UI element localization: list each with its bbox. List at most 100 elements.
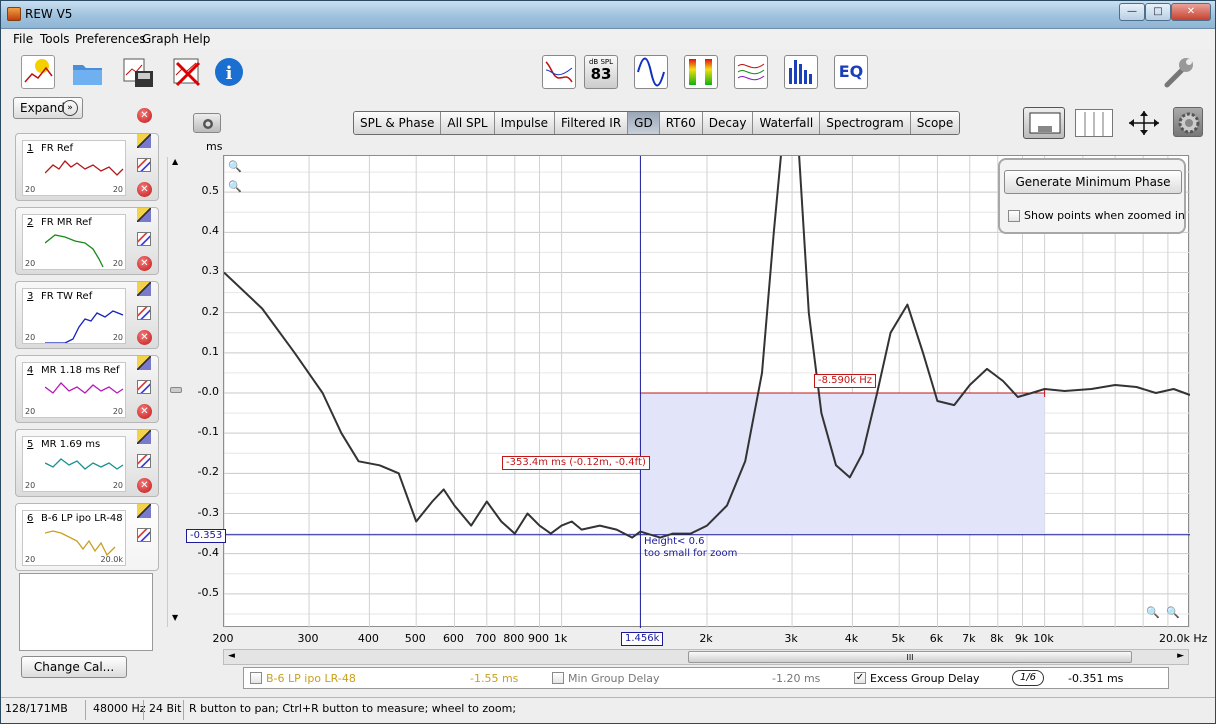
y-tick-label: 0.2 — [201, 304, 220, 318]
remove-measurement-icon[interactable] — [171, 55, 205, 89]
minimize-button[interactable]: — — [1119, 3, 1145, 21]
overlay-graph-icon[interactable] — [734, 55, 768, 89]
edit-info-icon[interactable] — [137, 356, 151, 370]
spl-phase-graph-icon[interactable] — [542, 55, 576, 89]
measurement-thumbnail[interactable]: 5 MR 1.69 ms 20 20 — [22, 436, 126, 492]
tab-impulse[interactable]: Impulse — [494, 112, 556, 134]
notes-icon[interactable] — [137, 528, 151, 542]
graph-settings-gear-icon[interactable] — [1173, 107, 1203, 137]
measurement-low-freq: 20 — [25, 481, 36, 490]
title-bar[interactable]: REW V5 — □ ✕ — [1, 1, 1215, 29]
measurement-settings-icon[interactable] — [137, 158, 151, 172]
measurement-card[interactable]: 6 B-6 LP ipo LR-48 20 20.0k ✕ — [15, 478, 159, 571]
status-separator — [143, 700, 144, 720]
tab-filtered-ir[interactable]: Filtered IR — [555, 112, 629, 134]
edit-info-icon[interactable] — [137, 282, 151, 296]
min-group-delay-checkbox[interactable] — [552, 672, 564, 684]
scroll-thumb[interactable]: III — [688, 651, 1132, 663]
menu-tools[interactable]: Tools — [40, 32, 70, 46]
remove-measurement-icon[interactable]: ✕ — [137, 404, 152, 419]
columns-layout-icon[interactable] — [1075, 109, 1113, 137]
tab-spectrogram[interactable]: Spectrogram — [820, 112, 911, 134]
vertical-zoom-slider[interactable]: ▲ ▼ — [167, 157, 183, 627]
scroll-left-arrow[interactable]: ◄ — [228, 651, 235, 661]
measurement-low-freq: 20 — [25, 555, 36, 564]
zoom-out-x-icon[interactable]: 🔍 — [1166, 606, 1180, 619]
spl-meter-icon[interactable]: dB SPL 83 — [584, 55, 618, 89]
level-meter-icon[interactable] — [684, 55, 718, 89]
measurement-thumbnail[interactable]: 6 B-6 LP ipo LR-48 20 20.0k — [22, 510, 126, 566]
y-tick-label: -0.3 — [197, 505, 219, 519]
edit-info-icon[interactable] — [137, 134, 151, 148]
new-measurement-icon[interactable] — [21, 55, 55, 89]
tab-rt60[interactable]: RT60 — [659, 112, 703, 134]
tab-decay[interactable]: Decay — [702, 112, 754, 134]
show-points-checkbox[interactable] — [1008, 210, 1020, 222]
measurement-high-freq: 20 — [112, 407, 123, 416]
group-delay-graph[interactable]: 🔍 🔍 🔍 🔍 -8.590k Hz -353.4m ms (-0.12m, -… — [223, 155, 1190, 628]
tab-scope[interactable]: Scope — [910, 112, 960, 134]
info-icon[interactable]: i — [214, 55, 244, 89]
slider-thumb[interactable] — [170, 387, 182, 393]
measurement-settings-icon[interactable] — [137, 380, 151, 394]
mouse-hint-status: R button to pan; Ctrl+R button to measur… — [189, 702, 517, 715]
menu-graph[interactable]: Graph — [142, 32, 179, 46]
fit-axes-icon[interactable] — [1125, 109, 1163, 137]
edit-info-icon[interactable] — [137, 504, 151, 518]
save-icon[interactable] — [121, 55, 155, 89]
tab-waterfall[interactable]: Waterfall — [753, 112, 821, 134]
measurement-visible-checkbox[interactable] — [250, 672, 262, 684]
slider-up-arrow[interactable]: ▲ — [172, 157, 178, 166]
zoom-out-icon[interactable]: 🔍 — [228, 180, 242, 193]
tab-spl-phase[interactable]: SPL & Phase — [354, 112, 442, 134]
graph-tabs: SPL & Phase All SPL Impulse Filtered IR GD RT… — [353, 111, 961, 135]
edit-info-icon[interactable] — [137, 208, 151, 222]
measurement-thumbnail[interactable]: 1 FR Ref 20 20 — [22, 140, 126, 196]
menu-help[interactable]: Help — [183, 32, 210, 46]
x-tick-label: 2k — [699, 632, 713, 645]
scroll-right-arrow[interactable]: ► — [1177, 651, 1184, 661]
tab-gd[interactable]: GD — [628, 112, 660, 134]
remove-measurement-icon[interactable]: ✕ — [137, 330, 152, 345]
remove-measurement-icon[interactable]: ✕ — [137, 256, 152, 271]
open-folder-icon[interactable] — [71, 55, 105, 89]
menu-file[interactable]: File — [13, 32, 33, 46]
measurement-settings-icon[interactable] — [137, 306, 151, 320]
remove-measurement-icon[interactable]: ✕ — [137, 182, 152, 197]
preferences-wrench-icon[interactable] — [1161, 55, 1195, 89]
measurement-thumbnail[interactable]: 4 MR 1.18 ms Ref 20 20 — [22, 362, 126, 418]
y-tick-label: 0.4 — [201, 224, 220, 238]
memory-status: 128/171MB — [5, 702, 68, 715]
remove-measurement-icon[interactable]: ✕ — [137, 108, 152, 123]
smoothing-selector[interactable]: 1/6 — [1012, 670, 1044, 686]
expand-button[interactable]: Expand » — [13, 97, 83, 119]
zoom-in-icon[interactable]: 🔍 — [228, 160, 242, 173]
status-separator — [183, 700, 184, 720]
rta-icon[interactable] — [784, 55, 818, 89]
close-button[interactable]: ✕ — [1171, 3, 1211, 21]
eq-icon[interactable]: EQ — [834, 55, 868, 89]
change-cal-button[interactable]: Change Cal... — [21, 656, 127, 678]
measurement-thumbnail[interactable]: 2 FR MR Ref 20 20 — [22, 214, 126, 270]
edit-info-icon[interactable] — [137, 430, 151, 444]
camera-icon[interactable] — [193, 113, 221, 133]
zoom-in-x-icon[interactable]: 🔍 — [1146, 606, 1160, 619]
menu-preferences[interactable]: Preferences — [75, 32, 146, 46]
horizontal-scrollbar[interactable]: ◄ III ► — [223, 649, 1189, 665]
tab-all-spl[interactable]: All SPL — [441, 112, 495, 134]
maximize-button[interactable]: □ — [1145, 3, 1171, 21]
excess-group-delay-checkbox[interactable]: ✓ — [854, 672, 866, 684]
y-tick-label: -0.2 — [197, 465, 219, 479]
y-tick-label: -0.0 — [197, 385, 219, 398]
measurement-settings-icon[interactable] — [137, 454, 151, 468]
measurement-settings-icon[interactable] — [137, 232, 151, 246]
x-tick-label: 7k — [962, 632, 976, 645]
measurement-thumbnail[interactable]: 3 FR TW Ref 20 20 — [22, 288, 126, 344]
slider-down-arrow[interactable]: ▼ — [172, 613, 178, 622]
remove-measurement-icon[interactable]: ✕ — [137, 478, 152, 493]
notes-area[interactable] — [19, 573, 153, 651]
generator-icon[interactable] — [634, 55, 668, 89]
measurement-name: FR MR Ref — [41, 217, 92, 228]
graph-layout-icon[interactable] — [1023, 107, 1065, 139]
generate-minimum-phase-button[interactable]: Generate Minimum Phase — [1004, 170, 1182, 194]
